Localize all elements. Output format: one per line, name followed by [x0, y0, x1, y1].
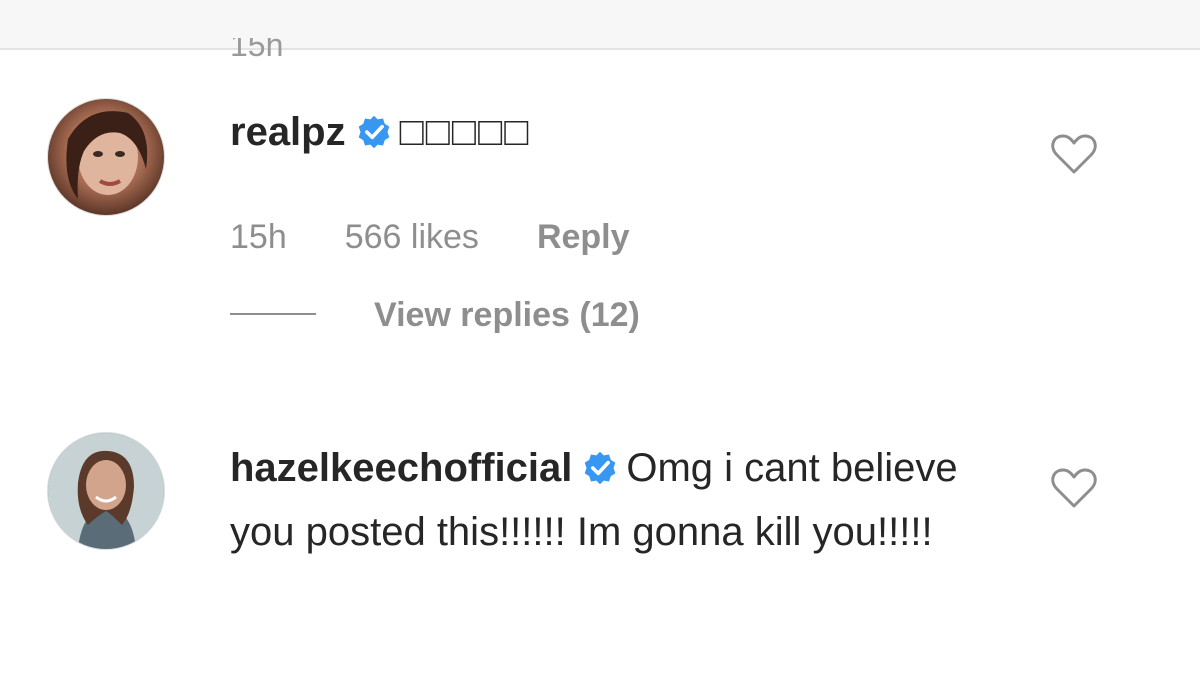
- avatar[interactable]: [47, 432, 165, 550]
- avatar[interactable]: [47, 98, 165, 216]
- comment-body: □□□□□: [399, 110, 531, 154]
- comment-time[interactable]: 15h: [230, 218, 287, 256]
- view-replies-button[interactable]: View replies (12): [230, 296, 640, 335]
- comment-text: hazelkeechofficial Omg i cant believe you…: [230, 436, 990, 564]
- comment-likes[interactable]: 566 likes: [345, 218, 479, 256]
- replies-divider: [230, 313, 316, 315]
- verified-badge-icon: [585, 451, 616, 485]
- heart-outline-icon[interactable]: [1050, 132, 1098, 176]
- comments-panel: 15h realpz □□□□□ 15h 566 likes Reply View r…: [0, 0, 1200, 675]
- comment-username[interactable]: hazelkeechofficial: [230, 446, 572, 490]
- verified-badge-icon: [358, 115, 389, 149]
- previous-comment-area: 15h: [0, 0, 1200, 60]
- reply-button[interactable]: Reply: [537, 218, 630, 256]
- previous-comment-time: 15h: [230, 38, 284, 60]
- comment-text: realpz □□□□□: [230, 100, 530, 164]
- comment-username[interactable]: realpz: [230, 110, 346, 154]
- comment-meta: 15h 566 likes Reply: [230, 218, 688, 257]
- heart-outline-icon[interactable]: [1050, 466, 1098, 510]
- view-replies-label: View replies (12): [374, 296, 640, 334]
